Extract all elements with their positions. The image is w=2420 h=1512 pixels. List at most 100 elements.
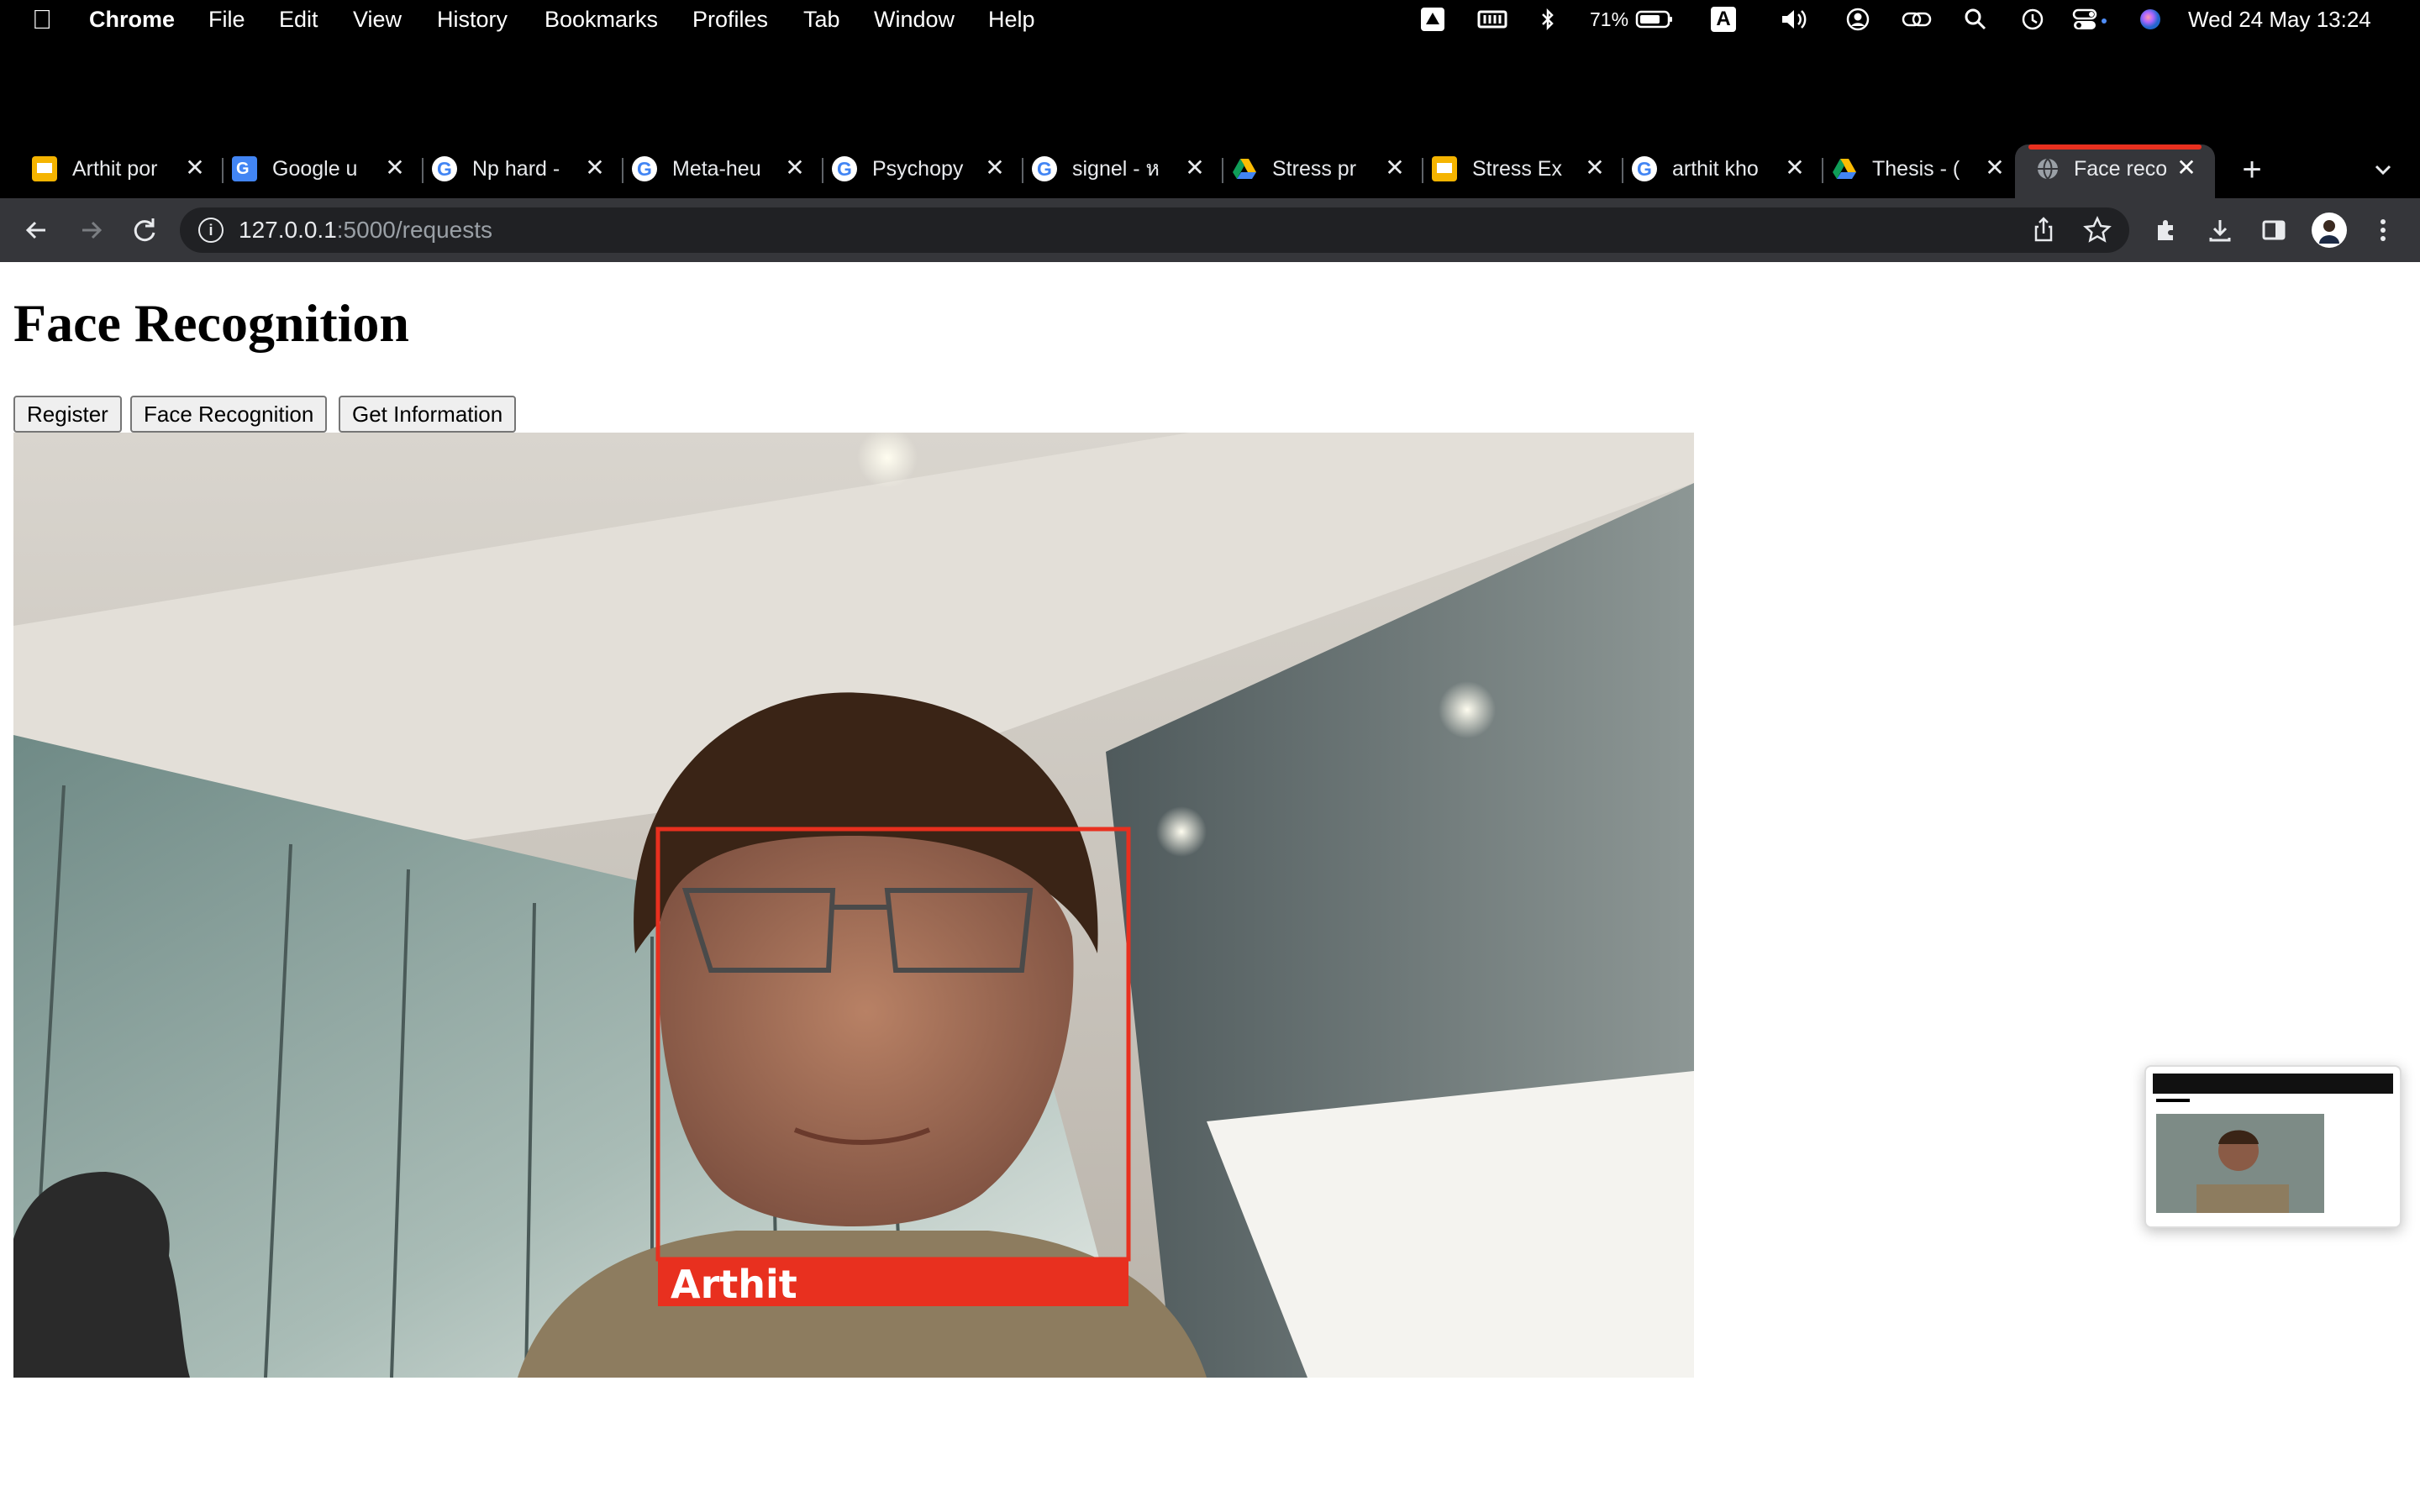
control-center-icon[interactable] [2072,7,2109,32]
menu-file[interactable]: File [208,0,245,39]
new-tab-button[interactable]: + [2235,151,2269,188]
bookmark-star-icon[interactable] [2082,215,2112,245]
menu-help[interactable]: Help [988,0,1035,39]
menu-profiles[interactable]: Profiles [692,0,768,39]
url-text[interactable]: 127.0.0.1:5000/requests [239,207,492,253]
menubar-clock[interactable]: Wed 24 May 13:24 [2188,0,2371,39]
tab-10[interactable]: Thesis - ( ✕ [1832,144,2023,198]
tab-6[interactable]: G signel - ห ✕ [1032,144,1223,198]
tab-2[interactable]: G Google u ✕ [232,144,424,198]
profile-avatar[interactable] [2309,210,2349,250]
tab-label: arthit kho [1672,157,1759,181]
close-icon[interactable]: ✕ [1780,153,1810,183]
scene-ceiling-lamp [1439,681,1496,738]
face-recognition-button[interactable]: Face Recognition [130,396,328,433]
menu-tab[interactable]: Tab [803,0,840,39]
active-tab-indicator [2028,144,2202,150]
tab-11-active[interactable]: Face reco ✕ [2015,144,2215,198]
time-machine-icon[interactable] [2020,7,2045,32]
tab-4[interactable]: G Meta-heu ✕ [632,144,823,198]
close-icon[interactable]: ✕ [2171,153,2202,183]
drive-status-icon[interactable] [1420,7,1445,32]
close-icon[interactable]: ✕ [1180,153,1210,183]
extensions-icon[interactable] [2146,210,2186,250]
volume-icon[interactable] [1780,7,1813,32]
chrome-menu-icon[interactable] [2363,210,2403,250]
browser-toolbar: i 127.0.0.1:5000/requests [0,198,2420,262]
back-button[interactable] [17,210,57,250]
menu-app-chrome[interactable]: Chrome [89,0,175,39]
tab-3[interactable]: G Np hard - ✕ [432,144,623,198]
drive-icon [1832,156,1857,181]
forward-button[interactable] [71,210,111,250]
camera-video-feed: Arthit [13,433,1694,1378]
siri-icon[interactable] [2138,7,2163,32]
address-bar[interactable]: i 127.0.0.1:5000/requests [180,207,2129,253]
tab-separator [822,158,823,183]
google-icon: G [432,156,457,181]
slides-icon [32,156,57,181]
slides-icon [1432,156,1457,181]
side-panel-icon[interactable] [2254,210,2294,250]
tab-separator [622,158,623,183]
register-button[interactable]: Register [13,396,122,433]
tab-label: Np hard - [472,157,560,181]
bluetooth-icon[interactable] [1539,7,1556,32]
tab-label: Stress Ex [1472,157,1562,181]
drive-icon [1232,156,1257,181]
close-icon[interactable]: ✕ [180,153,210,183]
tab-separator [1622,158,1623,183]
get-information-button[interactable]: Get Information [339,396,517,433]
screen-preview-thumbnail[interactable] [2144,1065,2402,1228]
google-icon: G [832,156,857,181]
tab-8[interactable]: Stress Ex ✕ [1432,144,1623,198]
close-icon[interactable]: ✕ [980,153,1010,183]
reload-button[interactable] [124,210,165,250]
tab-label: Arthit por [72,157,158,181]
close-icon[interactable]: ✕ [580,153,610,183]
input-source-icon[interactable]: A [1711,7,1736,32]
url-path: :5000/requests [336,217,493,243]
site-info-icon[interactable]: i [198,218,224,243]
menu-bookmarks[interactable]: Bookmarks [544,0,658,39]
tab-label: Psychopy [872,157,964,181]
close-icon[interactable]: ✕ [1980,153,2010,183]
tab-label: signel - ห [1072,157,1160,181]
download-icon[interactable] [2200,210,2240,250]
memory-icon[interactable] [1477,7,1507,32]
tab-label: Stress pr [1272,157,1357,181]
tab-label: Meta-heu [672,157,761,181]
close-icon[interactable]: ✕ [1580,153,1610,183]
tab-separator [1822,158,1823,183]
tab-separator [422,158,424,183]
tab-search-button[interactable] [2368,155,2398,185]
tab-7[interactable]: Stress pr ✕ [1232,144,1423,198]
tab-1[interactable]: Arthit por ✕ [32,144,224,198]
tab-separator [222,158,224,183]
google-icon: G [1032,156,1057,181]
battery-icon[interactable] [1635,7,1674,32]
macos-menubar:  Chrome File Edit View History Bookmark… [0,0,2420,39]
battery-percent: 71% [1590,8,1629,30]
tab-separator [1222,158,1223,183]
google-icon: G [1632,156,1657,181]
close-icon[interactable]: ✕ [1380,153,1410,183]
tab-9[interactable]: G arthit kho ✕ [1632,144,1823,198]
spotlight-search-icon[interactable] [1963,7,1988,32]
share-icon[interactable] [2028,215,2059,245]
tab-5[interactable]: G Psychopy ✕ [832,144,1023,198]
close-icon[interactable]: ✕ [380,153,410,183]
close-icon[interactable]: ✕ [780,153,810,183]
screen-mirroring-icon[interactable] [1901,7,1934,32]
tab-separator [1422,158,1423,183]
menu-edit[interactable]: Edit [279,0,318,39]
menu-history[interactable]: History [437,0,508,39]
user-account-icon[interactable] [1845,7,1870,32]
tab-label: Face reco [2074,157,2166,181]
web-page: Face Recognition Register Face Recogniti… [0,262,2420,1512]
menu-window[interactable]: Window [874,0,955,39]
scene-ceiling-lamp [1156,806,1207,857]
apple-icon[interactable]:  [32,0,52,39]
tab-label: Google u [272,157,358,181]
menu-view[interactable]: View [353,0,402,39]
